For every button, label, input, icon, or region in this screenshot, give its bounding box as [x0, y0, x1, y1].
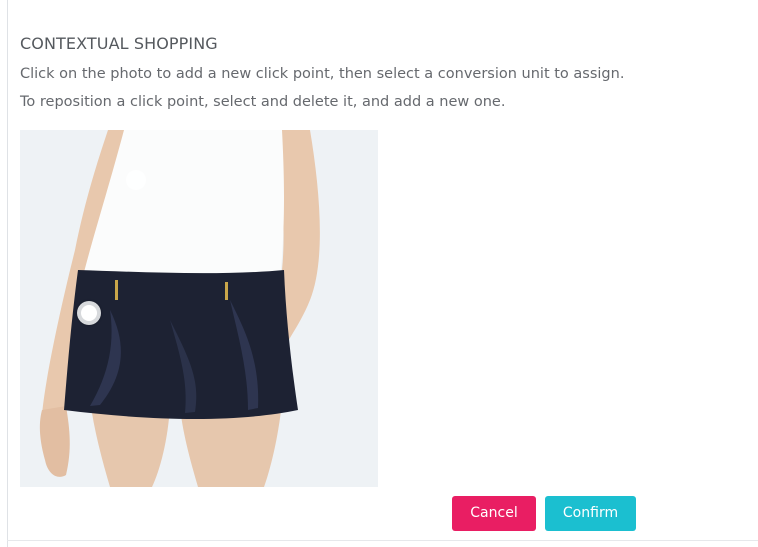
- dialog-bottom-divider: [7, 540, 758, 541]
- dialog-title: CONTEXTUAL SHOPPING: [20, 34, 218, 53]
- confirm-button[interactable]: Confirm: [545, 496, 636, 531]
- instruction-text-reposition: To reposition a click point, select and …: [20, 94, 506, 110]
- instruction-text-add: Click on the photo to add a new click po…: [20, 66, 625, 82]
- dialog-left-border: [7, 0, 8, 547]
- click-point-marker[interactable]: [77, 301, 101, 325]
- cancel-button[interactable]: Cancel: [452, 496, 536, 531]
- click-point-center: [81, 305, 97, 321]
- product-photo[interactable]: [20, 130, 378, 487]
- product-photo-image: [20, 130, 378, 487]
